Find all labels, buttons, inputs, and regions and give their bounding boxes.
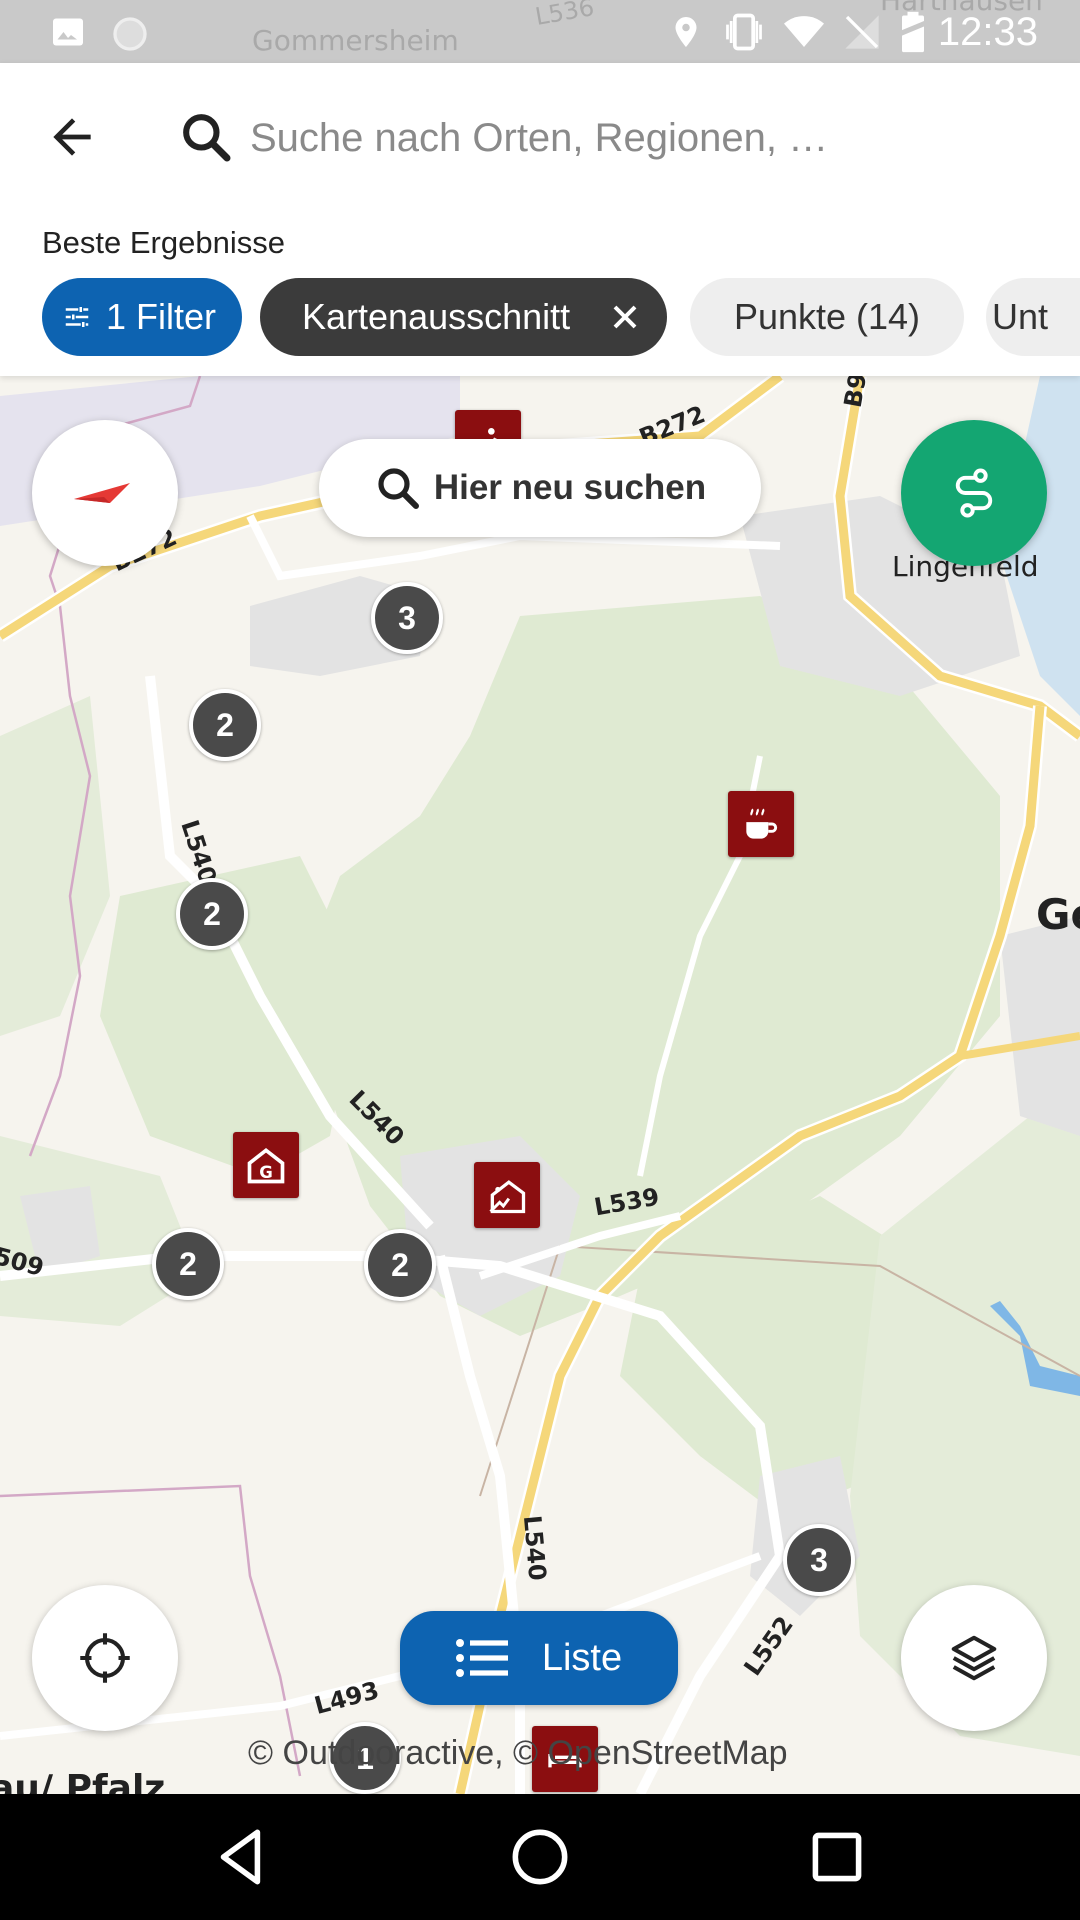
house-g-icon: G <box>247 1148 285 1184</box>
poi-house-g[interactable]: G <box>233 1132 299 1198</box>
filter-chip[interactable]: 1 Filter <box>42 278 242 356</box>
crosshair-icon <box>80 1633 130 1683</box>
back-triangle-icon[interactable] <box>205 1820 279 1894</box>
compass-button[interactable] <box>32 420 178 566</box>
map-base <box>0 376 1080 1794</box>
compass-icon <box>74 483 130 503</box>
cluster-marker[interactable]: 2 <box>364 1229 436 1301</box>
locate-button[interactable] <box>32 1585 178 1731</box>
wifi-icon <box>784 16 824 47</box>
search-header: Beste Ergebnisse 1 Filter Kartenausschni… <box>0 63 1080 376</box>
status-bar: Gommersheim L536 Harthausen 12:33 <box>0 0 1080 63</box>
map-view[interactable]: B272 B272 B9 L540 L540 L540 L539 L552 L4… <box>0 376 1080 1794</box>
cafe-icon <box>746 808 778 839</box>
cluster-marker[interactable]: 2 <box>152 1228 224 1300</box>
svg-text:G: G <box>259 1163 273 1182</box>
place-label: au/ Pfalz <box>0 1768 166 1794</box>
list-button-label: Liste <box>541 1636 623 1679</box>
search-input[interactable] <box>250 103 1050 173</box>
search-icon <box>378 468 419 509</box>
circle-notification-icon <box>113 17 147 51</box>
vibrate-icon <box>726 13 762 51</box>
road-label: L540 <box>517 1514 552 1582</box>
map-attribution: © Outdooractive, © OpenStreetMap <box>248 1734 788 1772</box>
battery-icon <box>902 11 924 53</box>
more-chip-label: Unt <box>992 296 1049 337</box>
search-here-label: Hier neu suchen <box>433 468 707 507</box>
clock: 12:33 <box>937 10 1038 54</box>
layers-icon <box>951 1635 997 1681</box>
search-icon <box>183 114 231 162</box>
close-icon[interactable] <box>605 297 645 337</box>
search-here-button[interactable]: Hier neu suchen <box>319 439 761 537</box>
area-chip-label: Kartenausschnitt <box>302 296 571 337</box>
system-nav-bar <box>0 1794 1080 1920</box>
home-circle-icon[interactable] <box>503 1820 577 1894</box>
list-button[interactable]: Liste <box>400 1611 678 1705</box>
poi-cafe[interactable] <box>728 791 794 857</box>
points-chip[interactable]: Punkte (14) <box>690 278 964 356</box>
filter-chips: 1 Filter Kartenausschnitt Punkte (14) Un… <box>0 278 1080 358</box>
cluster-marker[interactable]: 2 <box>176 878 248 950</box>
layers-button[interactable] <box>901 1585 1047 1731</box>
route-button[interactable] <box>901 420 1047 566</box>
list-icon <box>455 1639 508 1677</box>
ghost-map-label: Gommersheim <box>252 24 459 57</box>
ghost-map-label: L536 <box>533 0 597 31</box>
points-chip-label: Punkte (14) <box>733 296 921 337</box>
route-icon <box>955 468 993 518</box>
arrow-left-icon[interactable] <box>44 109 100 165</box>
place-label: Ge <box>1036 890 1080 939</box>
filter-chip-label: 1 Filter <box>106 296 217 337</box>
cluster-marker[interactable]: 2 <box>189 689 261 761</box>
sliders-icon <box>65 307 89 327</box>
recents-square-icon[interactable] <box>800 1820 874 1894</box>
area-chip[interactable]: Kartenausschnitt <box>260 278 667 356</box>
climbing-house-icon <box>489 1180 526 1214</box>
poi-climbing-house[interactable] <box>474 1162 540 1228</box>
image-icon <box>53 18 83 46</box>
cluster-marker[interactable]: 3 <box>371 582 443 654</box>
more-chip[interactable]: Unt <box>986 278 1080 356</box>
section-label: Beste Ergebnisse <box>42 225 285 260</box>
cluster-marker[interactable]: 3 <box>783 1524 855 1596</box>
location-icon <box>675 17 697 47</box>
no-signal-icon <box>845 15 879 49</box>
